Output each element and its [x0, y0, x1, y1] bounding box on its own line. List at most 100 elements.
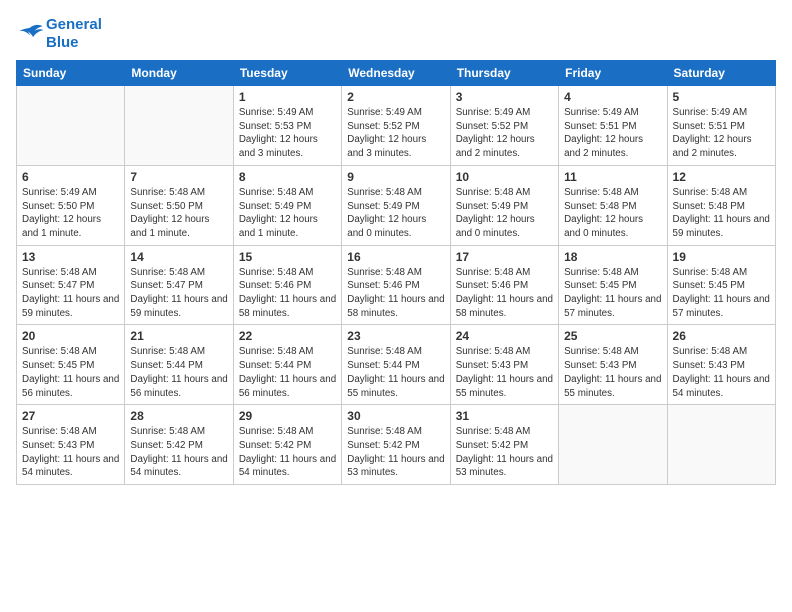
day-number: 10 — [456, 170, 553, 184]
day-number: 20 — [22, 329, 119, 343]
day-number: 26 — [673, 329, 770, 343]
calendar-day-cell: 9Sunrise: 5:48 AM Sunset: 5:49 PM Daylig… — [342, 165, 450, 245]
day-number: 23 — [347, 329, 444, 343]
weekday-header: Friday — [559, 61, 667, 86]
calendar-week-row: 27 Sunrise: 5:48 AM Sunset: 5:43 PM Dayli… — [17, 405, 776, 485]
calendar-day-cell: 6 Sunrise: 5:49 AM Sunset: 5:50 PM Daylig… — [17, 165, 125, 245]
calendar-day-cell: 2Sunrise: 5:49 AM Sunset: 5:52 PM Daylig… — [342, 86, 450, 166]
day-number: 22 — [239, 329, 336, 343]
calendar-day-cell: 21 Sunrise: 5:48 AM Sunset: 5:44 PM Dayli… — [125, 325, 233, 405]
day-number: 7 — [130, 170, 227, 184]
day-number: 16 — [347, 250, 444, 264]
day-number: 30 — [347, 409, 444, 423]
day-info: Sunrise: 5:48 AM Sunset: 5:46 PM Dayligh… — [347, 266, 444, 321]
day-info: Sunrise: 5:49 AM Sunset: 5:52 PM Dayligh… — [347, 106, 444, 161]
day-info: Sunrise: 5:48 AM Sunset: 5:43 PM Dayligh… — [22, 425, 119, 480]
calendar-day-cell: 25 Sunrise: 5:48 AM Sunset: 5:43 PM Dayli… — [559, 325, 667, 405]
day-info: Sunrise: 5:48 AM Sunset: 5:43 PM Dayligh… — [564, 345, 661, 400]
calendar-day-cell: 18Sunrise: 5:48 AM Sunset: 5:45 PM Dayli… — [559, 245, 667, 325]
calendar-week-row: 20 Sunrise: 5:48 AM Sunset: 5:45 PM Dayli… — [17, 325, 776, 405]
calendar-day-cell: 7 Sunrise: 5:48 AM Sunset: 5:50 PM Daylig… — [125, 165, 233, 245]
day-info: Sunrise: 5:48 AM Sunset: 5:43 PM Dayligh… — [673, 345, 770, 400]
calendar-week-row: 13 Sunrise: 5:48 AM Sunset: 5:47 PM Dayli… — [17, 245, 776, 325]
day-info: Sunrise: 5:48 AM Sunset: 5:44 PM Dayligh… — [130, 345, 227, 400]
day-number: 21 — [130, 329, 227, 343]
day-number: 6 — [22, 170, 119, 184]
day-info: Sunrise: 5:48 AM Sunset: 5:47 PM Dayligh… — [22, 266, 119, 321]
day-info: Sunrise: 5:48 AM Sunset: 5:42 PM Dayligh… — [130, 425, 227, 480]
day-number: 11 — [564, 170, 661, 184]
calendar-day-cell: 27 Sunrise: 5:48 AM Sunset: 5:43 PM Dayli… — [17, 405, 125, 485]
calendar-day-cell: 3Sunrise: 5:49 AM Sunset: 5:52 PM Daylig… — [450, 86, 558, 166]
calendar-day-cell: 8 Sunrise: 5:48 AM Sunset: 5:49 PM Daylig… — [233, 165, 341, 245]
calendar-day-cell: 26 Sunrise: 5:48 AM Sunset: 5:43 PM Dayli… — [667, 325, 775, 405]
calendar-day-cell: 10 Sunrise: 5:48 AM Sunset: 5:49 PM Dayli… — [450, 165, 558, 245]
day-info: Sunrise: 5:48 AM Sunset: 5:45 PM Dayligh… — [673, 266, 770, 321]
calendar-day-cell: 13 Sunrise: 5:48 AM Sunset: 5:47 PM Dayli… — [17, 245, 125, 325]
day-info: Sunrise: 5:49 AM Sunset: 5:53 PM Dayligh… — [239, 106, 336, 161]
calendar-week-row: 6 Sunrise: 5:49 AM Sunset: 5:50 PM Daylig… — [17, 165, 776, 245]
day-number: 12 — [673, 170, 770, 184]
weekday-header: Thursday — [450, 61, 558, 86]
calendar-day-cell — [667, 405, 775, 485]
calendar-day-cell — [17, 86, 125, 166]
day-info: Sunrise: 5:48 AM Sunset: 5:42 PM Dayligh… — [239, 425, 336, 480]
day-info: Sunrise: 5:49 AM Sunset: 5:51 PM Dayligh… — [673, 106, 770, 161]
calendar-day-cell: 28Sunrise: 5:48 AM Sunset: 5:42 PM Dayli… — [125, 405, 233, 485]
calendar-day-cell: 16 Sunrise: 5:48 AM Sunset: 5:46 PM Dayli… — [342, 245, 450, 325]
day-number: 25 — [564, 329, 661, 343]
day-info: Sunrise: 5:49 AM Sunset: 5:51 PM Dayligh… — [564, 106, 661, 161]
calendar-day-cell: 11Sunrise: 5:48 AM Sunset: 5:48 PM Dayli… — [559, 165, 667, 245]
day-info: Sunrise: 5:48 AM Sunset: 5:45 PM Dayligh… — [564, 266, 661, 321]
day-info: Sunrise: 5:48 AM Sunset: 5:46 PM Dayligh… — [239, 266, 336, 321]
day-info: Sunrise: 5:48 AM Sunset: 5:44 PM Dayligh… — [239, 345, 336, 400]
calendar-day-cell: 29 Sunrise: 5:48 AM Sunset: 5:42 PM Dayli… — [233, 405, 341, 485]
day-number: 5 — [673, 90, 770, 104]
calendar-day-cell: 17Sunrise: 5:48 AM Sunset: 5:46 PM Dayli… — [450, 245, 558, 325]
day-info: Sunrise: 5:48 AM Sunset: 5:46 PM Dayligh… — [456, 266, 553, 321]
day-info: Sunrise: 5:49 AM Sunset: 5:50 PM Dayligh… — [22, 186, 119, 241]
logo-bird-icon — [16, 23, 44, 45]
calendar-day-cell: 30 Sunrise: 5:48 AM Sunset: 5:42 PM Dayli… — [342, 405, 450, 485]
calendar-day-cell: 23 Sunrise: 5:48 AM Sunset: 5:44 PM Dayli… — [342, 325, 450, 405]
calendar-day-cell: 24 Sunrise: 5:48 AM Sunset: 5:43 PM Dayli… — [450, 325, 558, 405]
calendar-day-cell: 14Sunrise: 5:48 AM Sunset: 5:47 PM Dayli… — [125, 245, 233, 325]
day-number: 9 — [347, 170, 444, 184]
day-info: Sunrise: 5:48 AM Sunset: 5:45 PM Dayligh… — [22, 345, 119, 400]
day-info: Sunrise: 5:48 AM Sunset: 5:49 PM Dayligh… — [456, 186, 553, 241]
weekday-header: Wednesday — [342, 61, 450, 86]
day-number: 4 — [564, 90, 661, 104]
calendar-day-cell: 5 Sunrise: 5:49 AM Sunset: 5:51 PM Daylig… — [667, 86, 775, 166]
day-info: Sunrise: 5:48 AM Sunset: 5:48 PM Dayligh… — [673, 186, 770, 241]
day-number: 29 — [239, 409, 336, 423]
calendar-day-cell: 4 Sunrise: 5:49 AM Sunset: 5:51 PM Daylig… — [559, 86, 667, 166]
calendar-header: SundayMondayTuesdayWednesdayThursdayFrid… — [17, 61, 776, 86]
logo: General Blue — [16, 16, 102, 52]
day-number: 14 — [130, 250, 227, 264]
calendar-day-cell: 22 Sunrise: 5:48 AM Sunset: 5:44 PM Dayli… — [233, 325, 341, 405]
calendar-day-cell: 15 Sunrise: 5:48 AM Sunset: 5:46 PM Dayli… — [233, 245, 341, 325]
calendar-day-cell — [125, 86, 233, 166]
day-info: Sunrise: 5:48 AM Sunset: 5:43 PM Dayligh… — [456, 345, 553, 400]
day-info: Sunrise: 5:48 AM Sunset: 5:49 PM Dayligh… — [239, 186, 336, 241]
weekday-header: Tuesday — [233, 61, 341, 86]
day-info: Sunrise: 5:48 AM Sunset: 5:42 PM Dayligh… — [456, 425, 553, 480]
day-info: Sunrise: 5:48 AM Sunset: 5:50 PM Dayligh… — [130, 186, 227, 241]
day-number: 8 — [239, 170, 336, 184]
logo-text: General Blue — [46, 16, 102, 52]
calendar-day-cell: 20 Sunrise: 5:48 AM Sunset: 5:45 PM Dayli… — [17, 325, 125, 405]
day-number: 15 — [239, 250, 336, 264]
day-number: 24 — [456, 329, 553, 343]
day-info: Sunrise: 5:48 AM Sunset: 5:42 PM Dayligh… — [347, 425, 444, 480]
calendar-day-cell: 1 Sunrise: 5:49 AM Sunset: 5:53 PM Daylig… — [233, 86, 341, 166]
weekday-header: Monday — [125, 61, 233, 86]
day-info: Sunrise: 5:48 AM Sunset: 5:44 PM Dayligh… — [347, 345, 444, 400]
day-number: 13 — [22, 250, 119, 264]
weekday-header: Sunday — [17, 61, 125, 86]
calendar-day-cell: 19 Sunrise: 5:48 AM Sunset: 5:45 PM Dayli… — [667, 245, 775, 325]
day-number: 27 — [22, 409, 119, 423]
calendar-week-row: 1 Sunrise: 5:49 AM Sunset: 5:53 PM Daylig… — [17, 86, 776, 166]
day-number: 19 — [673, 250, 770, 264]
day-number: 1 — [239, 90, 336, 104]
calendar-day-cell — [559, 405, 667, 485]
